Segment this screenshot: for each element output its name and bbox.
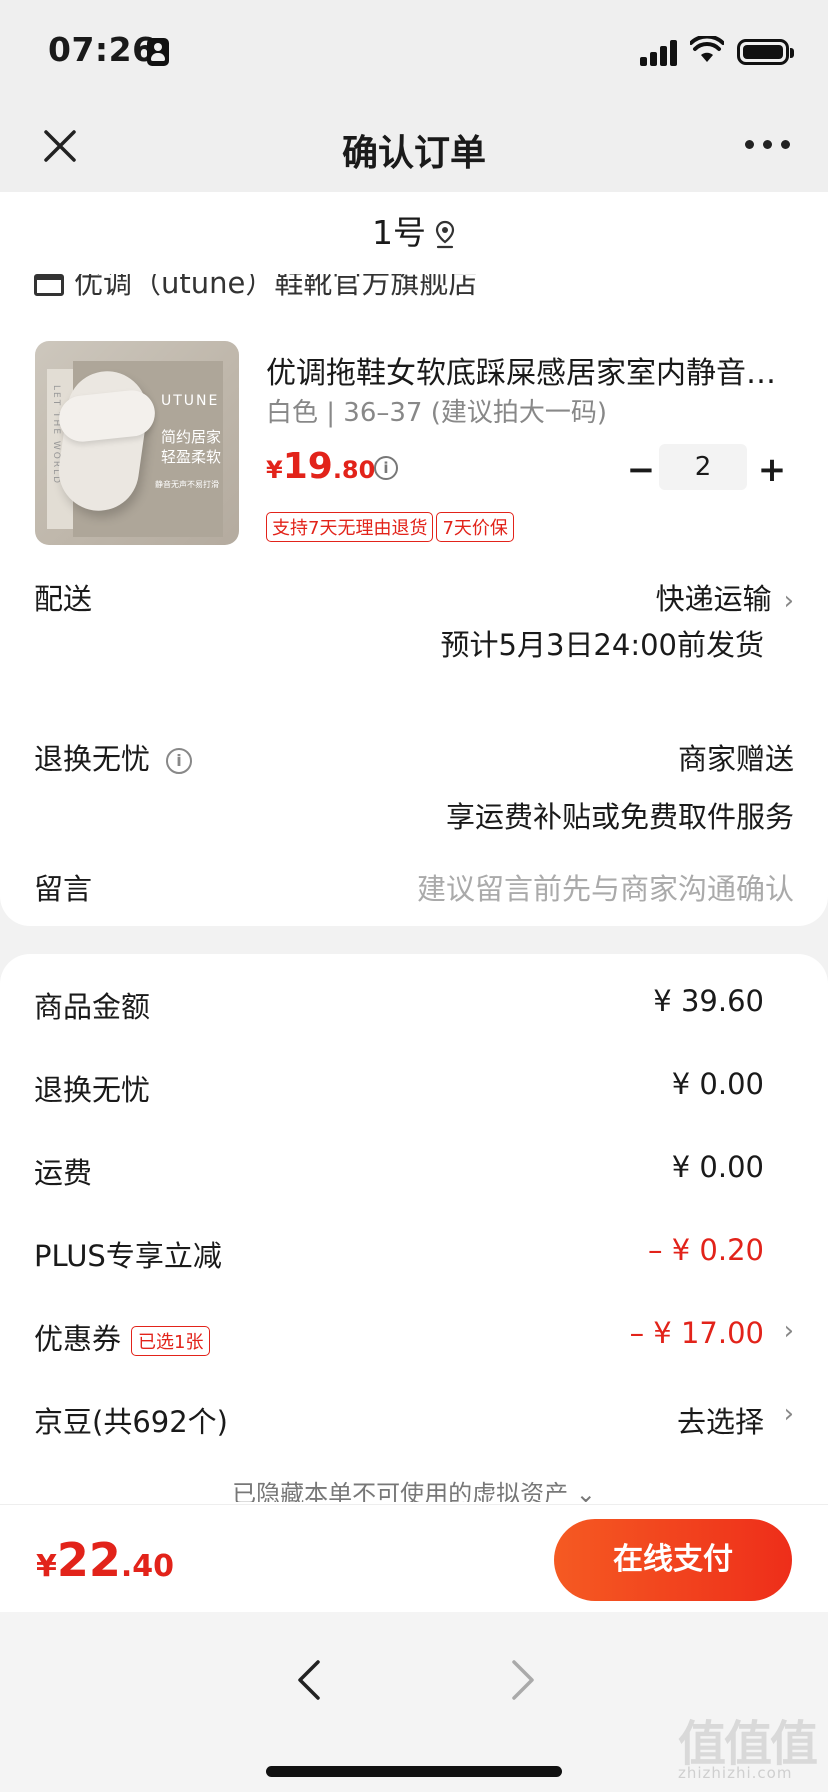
price-info-icon[interactable]: i	[374, 456, 398, 480]
info-icon[interactable]: i	[166, 748, 193, 774]
product-image-brand: UTUNE	[161, 393, 220, 409]
quantity-increase-button[interactable]: +	[755, 450, 789, 490]
coupon-selected-badge: 已选1张	[131, 1326, 211, 1356]
return-fee-value: ¥ 0.00	[671, 1067, 764, 1101]
product-image-slogan: 简约居家 轻盈柔软	[161, 428, 222, 466]
delivery-label: 配送	[34, 582, 93, 616]
shop-icon	[34, 274, 64, 296]
product-image[interactable]: LET THE WORLD UTUNE 简约居家 轻盈柔软 静音无声不易打滑	[35, 341, 239, 545]
plus-discount-value: – ¥ 0.20	[648, 1233, 764, 1267]
wifi-icon	[690, 36, 724, 62]
shop-name-row[interactable]: 优调（utune）鞋靴官方旗舰店	[34, 274, 477, 302]
total-amount: ¥22.40	[36, 1533, 174, 1587]
delivery-method[interactable]: 快递运输 ›	[656, 576, 794, 618]
return-service-row: 退换无忧 i	[34, 736, 193, 778]
price-decimal: .80	[332, 456, 376, 484]
price-symbol: ¥	[266, 456, 283, 484]
shipping-row: 运费 ¥ 0.00	[34, 1150, 794, 1200]
product-price: ¥19.80	[266, 446, 375, 487]
tag-price-protect: 7天价保	[436, 512, 514, 542]
total-integer: 22	[56, 1533, 121, 1587]
signal-icon	[640, 40, 680, 66]
message-label: 留言	[34, 872, 93, 906]
return-fee-label: 退换无忧	[34, 1073, 151, 1107]
nav-bar: 确认订单	[0, 100, 828, 192]
delivery-method-text: 快递运输	[655, 582, 772, 616]
return-fee-row: 退换无忧 ¥ 0.00	[34, 1067, 794, 1117]
goods-amount-row: 商品金额 ¥ 39.60	[34, 984, 794, 1034]
more-icon[interactable]	[745, 140, 795, 152]
shop-name: 优调（utune）鞋靴官方旗舰店	[74, 274, 478, 300]
goods-amount-label: 商品金额	[34, 990, 151, 1024]
delivery-estimate: 预计5月3日24:00前发货	[440, 628, 764, 662]
product-title[interactable]: 优调拖鞋女软底踩屎感居家室内静音…	[266, 348, 798, 392]
page-title: 确认订单	[341, 133, 486, 174]
home-indicator[interactable]	[266, 1766, 562, 1777]
tag-7day-return: 支持7天无理由退货	[266, 512, 434, 542]
coupon-label: 优惠券	[34, 1322, 122, 1356]
jingdou-label: 京豆(共692个)	[34, 1405, 228, 1439]
shipping-label: 运费	[34, 1156, 93, 1190]
address-text: 1号	[372, 213, 426, 252]
plus-discount-label: PLUS专享立减	[34, 1239, 222, 1273]
order-card: 优调（utune）鞋靴官方旗舰店 LET THE WORLD UTUNE 简约居…	[0, 274, 828, 926]
person-icon	[147, 38, 169, 66]
quantity-input[interactable]: 2	[659, 444, 747, 490]
status-time: 07:26	[48, 30, 156, 69]
chevron-right-icon: ›	[783, 1399, 794, 1429]
quantity-decrease-button[interactable]: −	[626, 450, 656, 490]
price-integer: 19	[282, 446, 333, 487]
browser-bottom-nav: 值值值 zhizhizhi.com	[0, 1612, 828, 1792]
address-bar[interactable]: 1号	[0, 192, 828, 274]
shipping-value: ¥ 0.00	[671, 1150, 764, 1184]
jingdou-row[interactable]: 京豆(共692个) 去选择 ›	[34, 1399, 794, 1449]
back-arrow-icon[interactable]	[290, 1658, 330, 1702]
product-tags: 支持7天无理由退货 7天价保	[266, 512, 517, 542]
battery-icon	[737, 39, 794, 65]
jingdou-value: 去选择	[676, 1405, 764, 1439]
coupon-value: – ¥ 17.00	[629, 1316, 764, 1350]
summary-card: 商品金额 ¥ 39.60 退换无忧 ¥ 0.00 运费 ¥ 0.00 PLUS专…	[0, 954, 828, 1514]
product-spec[interactable]: 白色 | 36–37 (建议拍大一码)	[266, 392, 607, 429]
forward-arrow-icon[interactable]	[502, 1658, 542, 1702]
status-bar: 07:26	[0, 0, 828, 100]
pay-bar: ¥22.40 在线支付	[0, 1504, 828, 1612]
coupon-label-group: 优惠券 已选1张	[34, 1316, 211, 1358]
chevron-right-icon: ›	[783, 586, 794, 616]
return-service-detail: 享运费补贴或免费取件服务	[445, 800, 794, 834]
total-decimal: .40	[120, 1549, 175, 1584]
plus-discount-row: PLUS专享立减 – ¥ 0.20	[34, 1233, 794, 1283]
return-service-value: 商家赠送	[677, 742, 794, 776]
return-service-label: 退换无忧	[34, 742, 151, 776]
pay-online-button[interactable]: 在线支付	[554, 1519, 792, 1601]
product-image-subtext: 静音无声不易打滑	[155, 480, 219, 489]
chevron-right-icon: ›	[783, 1316, 794, 1346]
location-pin-icon	[435, 220, 455, 248]
hidden-assets-toggle[interactable]: 已隐藏本单不可使用的虚拟资产 ⌄	[0, 1476, 828, 1502]
watermark-url: zhizhizhi.com	[678, 1764, 793, 1782]
coupon-row[interactable]: 优惠券 已选1张 – ¥ 17.00 ›	[34, 1316, 794, 1366]
message-input[interactable]: 建议留言前先与商家沟通确认	[417, 866, 794, 908]
goods-amount-value: ¥ 39.60	[653, 984, 764, 1018]
total-symbol: ¥	[36, 1549, 57, 1584]
